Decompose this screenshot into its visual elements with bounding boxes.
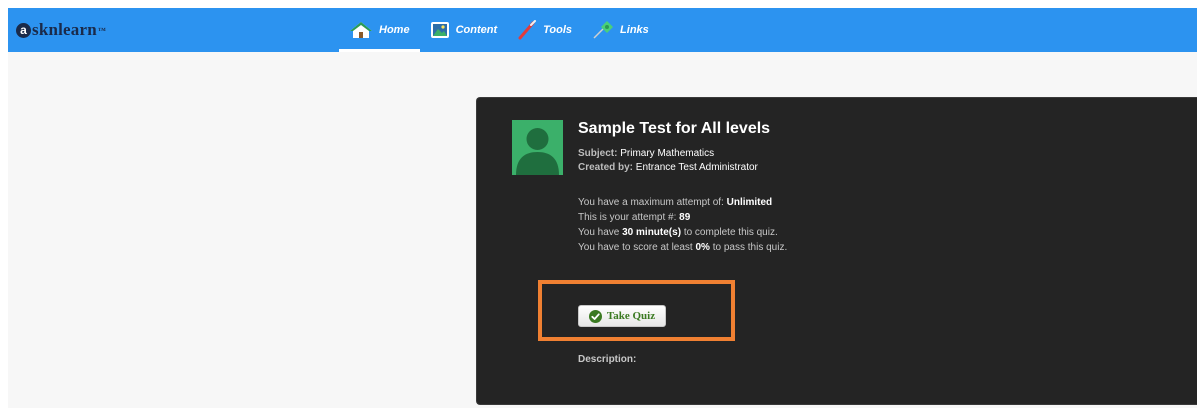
check-circle-icon — [588, 309, 602, 323]
nav-content-label: Content — [455, 24, 498, 36]
max-attempt-text: You have a maximum attempt of: — [578, 197, 724, 208]
take-quiz-label: Take Quiz — [606, 310, 656, 322]
trademark: ™ — [97, 25, 107, 35]
attempt-line: This is your attempt #: 89 — [578, 210, 787, 225]
take-quiz-button[interactable]: Take Quiz — [578, 305, 666, 327]
max-attempt-value: Unlimited — [726, 197, 773, 208]
score-suffix: to pass this quiz. — [712, 242, 788, 253]
logo-mark: a — [16, 22, 31, 38]
nav-home-label: Home — [379, 24, 410, 36]
tools-brush-icon — [517, 20, 537, 40]
nav-links-label: Links — [620, 24, 649, 36]
attempt-text: This is your attempt #: — [578, 212, 677, 223]
score-prefix: You have to score at least — [578, 242, 693, 253]
time-prefix: You have — [578, 227, 620, 238]
content-image-icon — [430, 21, 450, 39]
nav-links[interactable]: Links — [582, 8, 659, 52]
max-attempt-line: You have a maximum attempt of: Unlimited — [578, 195, 787, 210]
created-by-label: Created by: — [578, 162, 634, 173]
score-value: 0% — [695, 242, 710, 253]
description-label: Description: — [578, 354, 637, 365]
subject-label: Subject: — [578, 148, 618, 159]
home-icon — [349, 21, 373, 39]
quiz-card: Sample Test for All levels Subject: Prim… — [476, 97, 1197, 405]
time-suffix: to complete this quiz. — [683, 227, 778, 238]
nav-tools-label: Tools — [543, 24, 573, 36]
quiz-title: Sample Test for All levels — [578, 120, 771, 137]
nav-content[interactable]: Content — [420, 8, 508, 52]
quiz-info: You have a maximum attempt of: Unlimited… — [578, 195, 787, 255]
created-by-value: Entrance Test Administrator — [635, 162, 758, 173]
nav-home[interactable]: Home — [339, 8, 420, 52]
nav-tools[interactable]: Tools — [507, 8, 582, 52]
links-pin-icon — [592, 20, 614, 40]
attempt-value: 89 — [679, 212, 691, 223]
time-value: 30 minute(s) — [622, 227, 682, 238]
subject-value: Primary Mathematics — [620, 148, 715, 159]
quiz-meta: Subject: Primary Mathematics Created by:… — [578, 147, 758, 175]
author-avatar — [512, 120, 563, 175]
logo-text: sknlearn — [32, 20, 97, 39]
top-navigation-bar: a sknlearn ™ Home Content Tools Links — [8, 8, 1197, 52]
score-line: You have to score at least 0% to pass th… — [578, 240, 787, 255]
time-line: You have 30 minute(s) to complete this q… — [578, 225, 787, 240]
main-nav: Home Content Tools Links — [339, 8, 659, 52]
asknlearn-logo[interactable]: a sknlearn ™ — [16, 20, 107, 39]
